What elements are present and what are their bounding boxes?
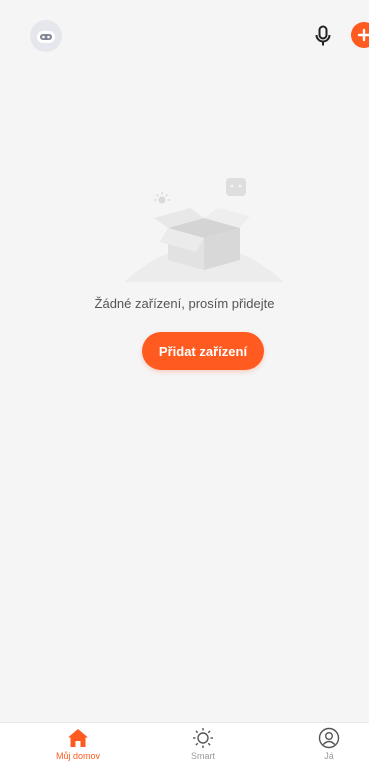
- nav-item-home[interactable]: Můj domov: [38, 727, 118, 762]
- nav-item-me[interactable]: Já: [289, 727, 369, 762]
- empty-box-illustration: [124, 170, 284, 290]
- empty-state-message: Žádné zařízení, prosím přidejte: [94, 296, 275, 311]
- user-icon: [316, 727, 342, 749]
- nav-label-smart: Smart: [190, 751, 215, 761]
- robot-avatar-icon[interactable]: [30, 20, 62, 52]
- socket-icon: [226, 178, 246, 196]
- add-device-button[interactable]: Přidat zařízení: [142, 332, 264, 370]
- add-device-plus-icon[interactable]: [351, 22, 369, 48]
- top-bar: [0, 0, 369, 70]
- home-screen: Žádné zařízení, prosím přidejte Přidat z…: [0, 0, 369, 762]
- nav-item-smart[interactable]: Smart: [163, 727, 243, 762]
- nav-label-home: Můj domov: [55, 751, 100, 761]
- bottom-navigation: Můj domov Smart Já: [0, 722, 369, 762]
- microphone-icon[interactable]: [309, 22, 337, 50]
- home-icon: [65, 727, 91, 749]
- nav-label-me: Já: [324, 751, 334, 761]
- sun-icon: [190, 727, 216, 749]
- bulb-icon: [154, 192, 170, 204]
